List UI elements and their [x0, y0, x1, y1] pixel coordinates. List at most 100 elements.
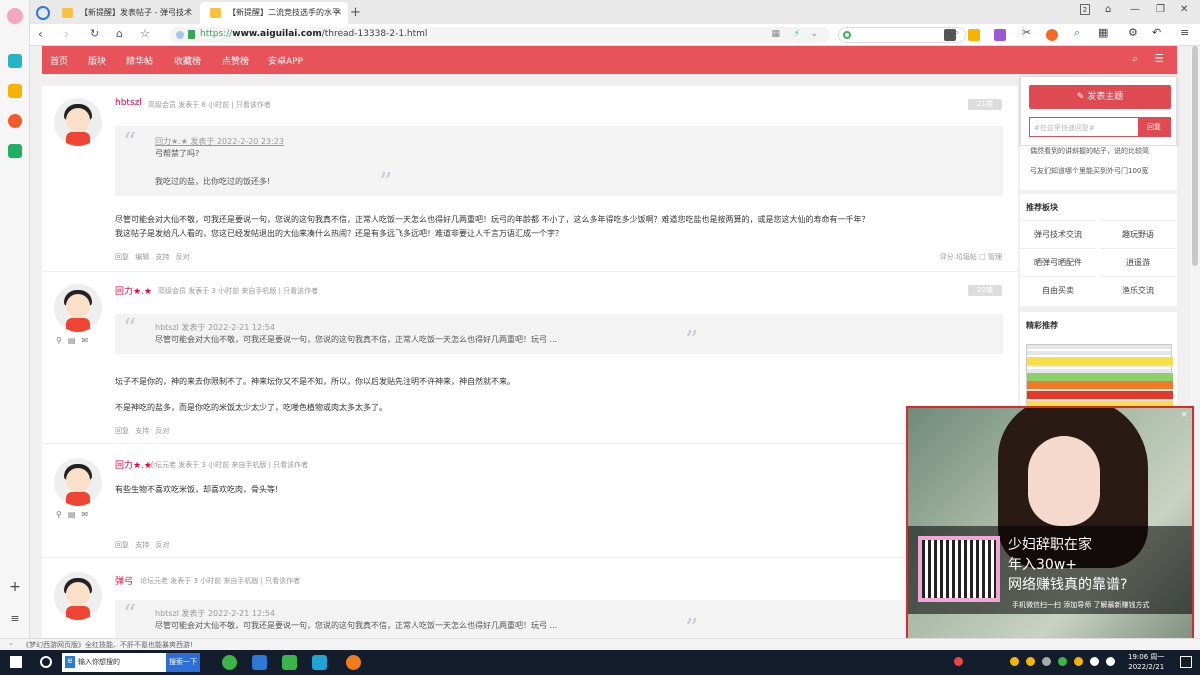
- forum-link[interactable]: 弹弓技术交流: [1020, 220, 1096, 248]
- forum-link[interactable]: 逍遥游: [1100, 248, 1176, 276]
- apps-grid-icon[interactable]: ▦: [1098, 26, 1110, 39]
- new-post-button[interactable]: ✎ 发表主题: [1029, 85, 1171, 109]
- windows-start-icon[interactable]: [10, 656, 22, 668]
- tab-count-icon[interactable]: 2: [1080, 4, 1090, 15]
- nav-item-home[interactable]: 首页: [50, 54, 68, 67]
- tray-icon[interactable]: [1010, 657, 1019, 666]
- url-field[interactable]: https://www.aiguilai.com/thread-13338-2-…: [170, 27, 830, 43]
- bookmark-star-icon[interactable]: ☆: [140, 27, 150, 40]
- related-thread-link[interactable]: 偶然看到的讲斜握的帖子，说的比较简: [1030, 146, 1149, 156]
- floor-badge[interactable]: 21楼: [968, 99, 1002, 110]
- forward-icon[interactable]: ›: [64, 27, 69, 41]
- taskbar-search-input[interactable]: e 输入你想搜的: [62, 653, 166, 672]
- forum-link[interactable]: 渔乐交流: [1100, 276, 1176, 304]
- user-action-icons[interactable]: ⚲▤✉: [56, 510, 94, 519]
- scissors-icon[interactable]: ✂: [1022, 26, 1034, 39]
- screenshot-icon[interactable]: [944, 29, 956, 41]
- restore-icon[interactable]: ❐: [1156, 4, 1165, 15]
- weibo-icon[interactable]: [8, 114, 22, 128]
- new-tab-button[interactable]: +: [346, 2, 366, 24]
- app-icon[interactable]: [8, 54, 22, 68]
- quote-header[interactable]: hbtszl 发表于 2022-2-21 12:54: [155, 608, 275, 619]
- tray-icon[interactable]: [1026, 657, 1035, 666]
- favorites-star-icon[interactable]: [8, 84, 22, 98]
- settings-gear-icon[interactable]: ⚙: [1128, 26, 1140, 39]
- nav-item-likes[interactable]: 点赞榜: [222, 54, 249, 67]
- nav-item-boards[interactable]: 版块: [88, 54, 106, 67]
- game-icon[interactable]: [1046, 29, 1058, 41]
- add-icon[interactable]: +: [8, 580, 22, 594]
- search-icon[interactable]: ⌕: [1132, 52, 1138, 66]
- tray-icon[interactable]: [1058, 657, 1067, 666]
- forum-link[interactable]: 自由买卖: [1020, 276, 1096, 304]
- taskbar-search-button[interactable]: 搜索一下: [166, 653, 200, 672]
- post-actions[interactable]: 回复 支持 反对: [115, 426, 169, 436]
- game-browser-icon[interactable]: [346, 655, 361, 670]
- reload-icon[interactable]: ↻: [90, 27, 99, 40]
- forum-link[interactable]: 趣玩野语: [1100, 220, 1176, 248]
- avatar[interactable]: [54, 572, 102, 620]
- post-actions[interactable]: 回复 编辑 支持 反对: [115, 252, 190, 262]
- browser-logo-icon[interactable]: [34, 2, 54, 24]
- list-menu-icon[interactable]: ☰: [1154, 52, 1164, 65]
- volume-icon[interactable]: [1106, 657, 1115, 666]
- tab-close-icon[interactable]: ✕: [334, 2, 342, 24]
- chevron-down-icon[interactable]: ⌄: [8, 639, 14, 647]
- post-username[interactable]: hbtszl: [115, 98, 142, 108]
- app-icon[interactable]: [252, 655, 267, 670]
- tab-current-thread[interactable]: 【新提醒】二流竞技选手的水平 ✕: [200, 2, 348, 24]
- minimize-icon[interactable]: —: [1130, 4, 1140, 15]
- avatar[interactable]: [54, 458, 102, 506]
- quick-reply-field[interactable]: #在这里快速回复# 回复: [1029, 117, 1171, 137]
- nav-item-android-app[interactable]: 安卓APP: [268, 54, 303, 67]
- floor-badge[interactable]: 22楼: [968, 285, 1002, 296]
- post-admin-actions[interactable]: 评分 垃圾帖 □ 管理: [940, 252, 1002, 262]
- avatar[interactable]: [54, 284, 102, 332]
- post-username[interactable]: 回力★.★: [115, 284, 152, 297]
- extension-icon[interactable]: [968, 29, 980, 41]
- popup-ad[interactable]: 少妇辞职在家 年入30w+ 网络赚钱真的靠谱? 手机微信扫一扫 添加导师 了解最…: [906, 406, 1194, 642]
- user-action-icons[interactable]: ⚲▤✉: [56, 336, 94, 345]
- lightning-icon[interactable]: ⚡: [794, 29, 800, 39]
- tray-icon[interactable]: [954, 657, 963, 666]
- post-username[interactable]: 弹弓: [115, 574, 133, 587]
- reply-button[interactable]: 回复: [1138, 118, 1170, 136]
- notifications-icon[interactable]: [1180, 656, 1192, 668]
- related-thread-link[interactable]: 弓友们知道哪个里能买到外弓门100宽: [1030, 166, 1148, 176]
- nav-item-favorites[interactable]: 收藏榜: [174, 54, 201, 67]
- post-actions[interactable]: 回复 支持 反对: [115, 540, 169, 550]
- nav-item-digest[interactable]: 精华帖: [126, 54, 153, 67]
- media-player-icon[interactable]: [312, 655, 327, 670]
- tab-post-thread[interactable]: 【新提醒】发表帖子 - 弹弓技术: [52, 2, 202, 24]
- extension-purple-icon[interactable]: [994, 29, 1006, 41]
- post-username[interactable]: 回力★.★: [115, 458, 152, 471]
- tray-icon[interactable]: [1074, 657, 1083, 666]
- browser-360-icon[interactable]: [222, 655, 237, 670]
- quote-header[interactable]: 回力★.★ 发表于 2022-2-20 23:23: [155, 136, 284, 147]
- profile-avatar-icon[interactable]: [7, 8, 23, 24]
- scrollbar-thumb[interactable]: [1192, 46, 1198, 266]
- ad-close-button[interactable]: ×: [1180, 410, 1188, 420]
- spreadsheet-icon[interactable]: [282, 655, 297, 670]
- mail-icon[interactable]: [8, 144, 22, 158]
- avatar[interactable]: [54, 98, 102, 146]
- undo-icon[interactable]: ↶: [1152, 26, 1164, 39]
- forum-link[interactable]: 晒弹弓晒配件: [1020, 248, 1096, 276]
- network-icon[interactable]: [1090, 657, 1099, 666]
- shirt-icon[interactable]: ⌂: [1105, 4, 1111, 15]
- grid-icon[interactable]: ▦: [771, 29, 780, 39]
- task-view-icon[interactable]: [40, 656, 52, 668]
- home-icon[interactable]: ⌂: [116, 27, 123, 40]
- quote-header[interactable]: hbtszl 发表于 2022-2-21 12:54: [155, 322, 275, 333]
- taskbar-clock[interactable]: 19:06 周一 2022/2/21: [1128, 652, 1164, 672]
- back-icon[interactable]: ‹: [38, 27, 43, 41]
- find-icon[interactable]: ⌕: [1074, 26, 1086, 39]
- featured-image[interactable]: [1026, 344, 1173, 410]
- status-news-text[interactable]: 《梦幻西游网页版》全红技能、不肝不氪也能暴爽西游!: [22, 640, 193, 650]
- site-info-icon[interactable]: [176, 31, 184, 39]
- close-window-icon[interactable]: ✕: [1180, 4, 1188, 15]
- tray-icon[interactable]: [1042, 657, 1051, 666]
- chevron-down-icon[interactable]: ⌄: [810, 29, 818, 39]
- menu-icon[interactable]: ≡: [1180, 26, 1192, 39]
- menu-icon[interactable]: ≡: [8, 612, 22, 626]
